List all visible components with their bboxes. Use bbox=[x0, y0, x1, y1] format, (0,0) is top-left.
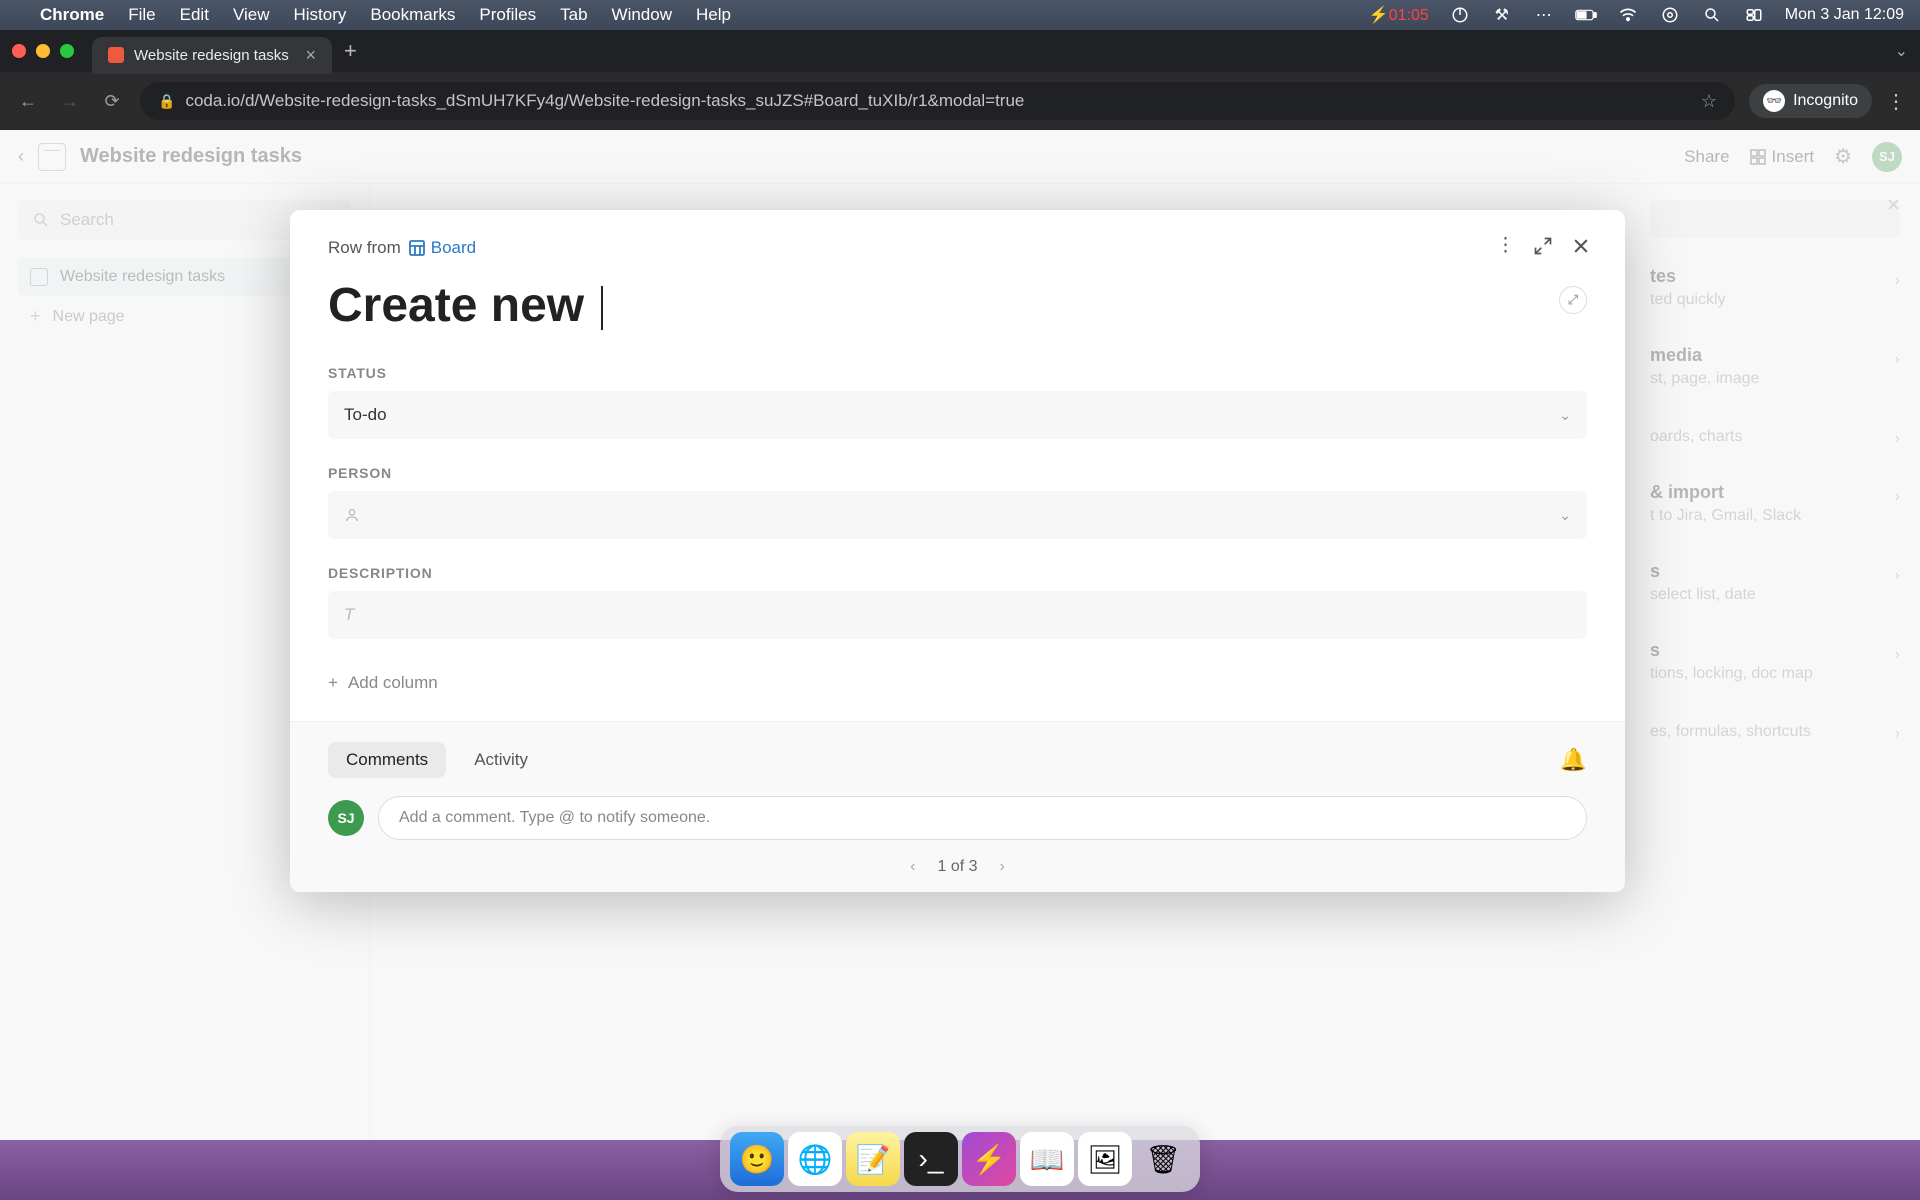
dock-app5-icon[interactable]: ⚡ bbox=[962, 1132, 1016, 1186]
window-minimize-icon[interactable] bbox=[36, 44, 50, 58]
window-close-icon[interactable] bbox=[12, 44, 26, 58]
chrome-window: Website redesign tasks × + ⌄ ← → ⟳ 🔒 cod… bbox=[0, 30, 1920, 130]
board-link[interactable]: Board bbox=[409, 238, 476, 258]
comment-tabs: Comments Activity 🔔 bbox=[328, 742, 1587, 778]
macos-menubar: Chrome File Edit View History Bookmarks … bbox=[0, 0, 1920, 30]
menu-edit[interactable]: Edit bbox=[180, 5, 209, 25]
dots-icon[interactable]: ⋯ bbox=[1533, 4, 1555, 26]
breadcrumb: Row from Board bbox=[328, 238, 1587, 258]
notification-bell-icon[interactable]: 🔔 bbox=[1560, 747, 1587, 773]
pagination: ‹ 1 of 3 › bbox=[328, 858, 1587, 876]
menu-bookmarks[interactable]: Bookmarks bbox=[370, 5, 455, 25]
pagination-text: 1 of 3 bbox=[937, 858, 977, 876]
comment-avatar: SJ bbox=[328, 800, 364, 836]
nav-forward-icon[interactable]: → bbox=[56, 91, 84, 112]
chevron-down-icon: ⌄ bbox=[1559, 507, 1571, 524]
pagination-next-icon[interactable]: › bbox=[1000, 858, 1005, 876]
pagination-prev-icon[interactable]: ‹ bbox=[910, 858, 915, 876]
nav-reload-icon[interactable]: ⟳ bbox=[98, 91, 126, 112]
dock-app7-icon[interactable]: 🖼 bbox=[1078, 1132, 1132, 1186]
text-cursor-icon bbox=[601, 286, 603, 330]
dock-trash-icon[interactable]: 🗑 bbox=[1136, 1132, 1190, 1186]
app-area: ‹ Website redesign tasks Share Insert ⚙ … bbox=[0, 130, 1920, 1140]
tab-activity[interactable]: Activity bbox=[456, 742, 546, 778]
dock-terminal-icon[interactable]: ›_ bbox=[904, 1132, 958, 1186]
address-row: ← → ⟳ 🔒 coda.io/d/Website-redesign-tasks… bbox=[0, 72, 1920, 130]
window-controls bbox=[12, 44, 74, 58]
macos-dock: 🙂 🌐 📝 ›_ ⚡ 📖 🖼 🗑 bbox=[720, 1126, 1200, 1192]
comment-input[interactable]: Add a comment. Type @ to notify someone. bbox=[378, 796, 1587, 840]
tab-close-icon[interactable]: × bbox=[305, 45, 316, 66]
spotlight-icon[interactable] bbox=[1701, 4, 1723, 26]
plus-icon: + bbox=[328, 673, 338, 693]
menubar-datetime[interactable]: Mon 3 Jan 12:09 bbox=[1785, 6, 1904, 24]
add-column-label: Add column bbox=[348, 673, 438, 693]
lock-icon[interactable]: 🔒 bbox=[158, 93, 175, 110]
row-detail-modal: Row from Board ⋮ Create new ⤢ STATUS To-… bbox=[290, 210, 1625, 892]
dock-finder-icon[interactable]: 🙂 bbox=[730, 1132, 784, 1186]
menu-profiles[interactable]: Profiles bbox=[479, 5, 536, 25]
url-bar[interactable]: 🔒 coda.io/d/Website-redesign-tasks_dSmUH… bbox=[140, 82, 1735, 120]
row-from-label: Row from bbox=[328, 238, 401, 258]
new-tab-button[interactable]: + bbox=[344, 38, 357, 64]
chrome-menu-icon[interactable]: ⋮ bbox=[1886, 89, 1906, 114]
dock-chrome-icon[interactable]: 🌐 bbox=[788, 1132, 842, 1186]
incognito-label: Incognito bbox=[1793, 92, 1858, 110]
battery-icon[interactable] bbox=[1575, 4, 1597, 26]
description-placeholder: T bbox=[344, 605, 354, 625]
status-value: To-do bbox=[344, 405, 387, 425]
row-title-text: Create new bbox=[328, 279, 597, 332]
window-zoom-icon[interactable] bbox=[60, 44, 74, 58]
url-text: coda.io/d/Website-redesign-tasks_dSmUH7K… bbox=[185, 91, 1024, 111]
bookmark-star-icon[interactable]: ☆ bbox=[1701, 91, 1717, 112]
control-center-icon[interactable] bbox=[1743, 4, 1765, 26]
chevron-down-icon: ⌄ bbox=[1559, 407, 1571, 424]
menu-window[interactable]: Window bbox=[612, 5, 672, 25]
favicon-icon bbox=[108, 47, 124, 63]
controls-icon[interactable] bbox=[1659, 4, 1681, 26]
dock-app6-icon[interactable]: 📖 bbox=[1020, 1132, 1074, 1186]
menu-file[interactable]: File bbox=[128, 5, 155, 25]
person-placeholder-icon bbox=[344, 507, 360, 523]
menubar-app-name[interactable]: Chrome bbox=[40, 5, 104, 25]
tab-title: Website redesign tasks bbox=[134, 47, 289, 64]
wifi-icon[interactable] bbox=[1617, 4, 1639, 26]
modal-footer: Comments Activity 🔔 SJ Add a comment. Ty… bbox=[290, 721, 1625, 892]
title-expand-icon[interactable]: ⤢ bbox=[1559, 286, 1587, 314]
board-link-label: Board bbox=[431, 238, 476, 258]
nav-back-icon[interactable]: ← bbox=[14, 91, 42, 112]
add-column-button[interactable]: + Add column bbox=[328, 665, 1587, 701]
menu-history[interactable]: History bbox=[293, 5, 346, 25]
tab-comments[interactable]: Comments bbox=[328, 742, 446, 778]
menu-tab[interactable]: Tab bbox=[560, 5, 587, 25]
browser-tab[interactable]: Website redesign tasks × bbox=[92, 37, 332, 74]
dock-notes-icon[interactable]: 📝 bbox=[846, 1132, 900, 1186]
comment-placeholder: Add a comment. Type @ to notify someone. bbox=[399, 809, 710, 827]
battery-remaining-icon[interactable]: ⚡01:05 bbox=[1369, 5, 1429, 25]
modal-expand-icon[interactable] bbox=[1533, 236, 1553, 256]
incognito-icon: 👓 bbox=[1763, 90, 1785, 112]
field-label-description: DESCRIPTION bbox=[328, 565, 1587, 581]
description-input[interactable]: T bbox=[328, 591, 1587, 639]
tabs-dropdown-icon[interactable]: ⌄ bbox=[1895, 41, 1908, 61]
power-icon[interactable] bbox=[1449, 4, 1471, 26]
modal-more-icon[interactable]: ⋮ bbox=[1496, 234, 1515, 257]
field-label-status: STATUS bbox=[328, 365, 1587, 381]
person-select[interactable]: ⌄ bbox=[328, 491, 1587, 539]
modal-close-icon[interactable] bbox=[1571, 236, 1591, 256]
row-title-input[interactable]: Create new ⤢ bbox=[328, 278, 1587, 333]
incognito-badge[interactable]: 👓 Incognito bbox=[1749, 84, 1872, 118]
menu-help[interactable]: Help bbox=[696, 5, 731, 25]
menu-view[interactable]: View bbox=[233, 5, 270, 25]
status-select[interactable]: To-do ⌄ bbox=[328, 391, 1587, 439]
tool-icon[interactable]: ⚒ bbox=[1491, 4, 1513, 26]
tab-strip: Website redesign tasks × + ⌄ bbox=[0, 30, 1920, 72]
field-label-person: PERSON bbox=[328, 465, 1587, 481]
